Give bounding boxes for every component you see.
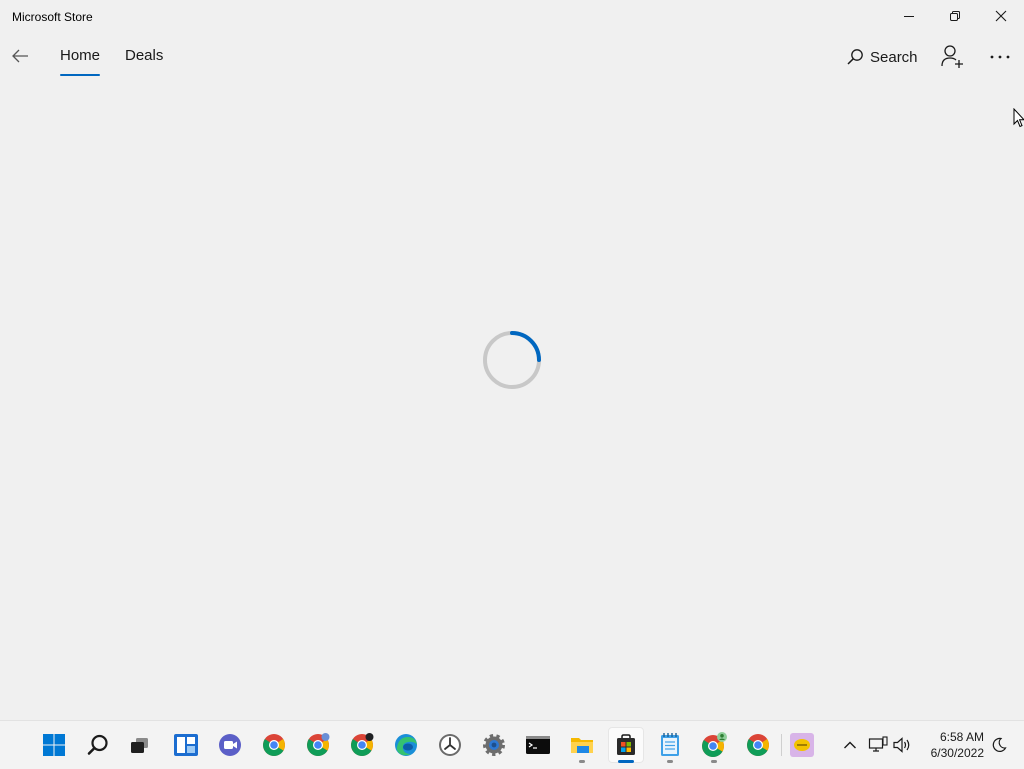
network-icon bbox=[868, 736, 888, 752]
clock-time: 6:58 AM bbox=[939, 730, 984, 744]
volume-icon bbox=[893, 737, 910, 753]
running-indicator bbox=[711, 760, 717, 763]
minimize-button[interactable] bbox=[886, 0, 932, 32]
mouse-cursor-icon bbox=[1013, 108, 1024, 128]
chevron-up-icon bbox=[844, 741, 856, 749]
loading-spinner bbox=[483, 331, 541, 389]
chrome-icon bbox=[263, 734, 285, 756]
back-arrow-icon bbox=[12, 49, 28, 63]
chat-button[interactable] bbox=[212, 727, 248, 763]
widgets-button[interactable] bbox=[168, 727, 204, 763]
minimize-icon bbox=[904, 16, 914, 17]
window-title: Microsoft Store bbox=[12, 10, 93, 24]
chrome-icon bbox=[747, 734, 769, 756]
moon-icon bbox=[992, 737, 1007, 752]
tab-deals[interactable]: Deals bbox=[125, 47, 163, 64]
chat-icon bbox=[219, 734, 241, 756]
back-button[interactable] bbox=[6, 42, 34, 70]
microsoft-store-button[interactable] bbox=[608, 727, 644, 763]
tab-home-label: Home bbox=[60, 47, 101, 64]
running-indicator bbox=[579, 760, 585, 763]
account-button[interactable] bbox=[940, 44, 966, 70]
task-view-icon bbox=[131, 738, 148, 753]
tab-deals-label: Deals bbox=[125, 47, 164, 64]
file-explorer-button[interactable] bbox=[564, 727, 600, 763]
tab-home[interactable]: Home bbox=[60, 47, 101, 76]
running-indicator bbox=[618, 760, 634, 763]
search-icon bbox=[847, 49, 863, 65]
search-icon bbox=[87, 734, 108, 755]
search-button[interactable]: Search bbox=[846, 46, 918, 68]
taskbar: 6:58 AM 6/30/2022 bbox=[0, 720, 1024, 769]
chrome-profile-button[interactable] bbox=[696, 727, 732, 763]
folder-icon bbox=[571, 738, 593, 753]
chrome-icon bbox=[351, 733, 374, 756]
title-bar: Microsoft Store bbox=[0, 0, 1024, 34]
volume-button[interactable] bbox=[890, 721, 914, 769]
close-button[interactable] bbox=[978, 0, 1024, 32]
chrome-icon bbox=[307, 733, 330, 756]
task-view-button[interactable] bbox=[122, 727, 158, 763]
network-button[interactable] bbox=[866, 721, 890, 769]
settings-button[interactable] bbox=[476, 727, 512, 763]
store-bag-icon bbox=[617, 734, 635, 755]
chrome-icon bbox=[702, 732, 727, 757]
widgets-icon bbox=[174, 734, 198, 756]
more-options-button[interactable] bbox=[986, 44, 1014, 70]
focus-assist-button[interactable] bbox=[988, 721, 1010, 769]
clock[interactable]: 6:58 AM 6/30/2022 bbox=[920, 729, 984, 761]
chrome-button[interactable] bbox=[740, 727, 776, 763]
app-icon bbox=[790, 733, 814, 757]
chrome-profile-button[interactable] bbox=[300, 727, 336, 763]
store-navbar: Home Deals Search bbox=[0, 34, 1024, 80]
edge-button[interactable] bbox=[388, 727, 424, 763]
notepad-button[interactable] bbox=[652, 727, 688, 763]
chrome-profile-button[interactable] bbox=[344, 727, 380, 763]
close-icon bbox=[995, 10, 1007, 22]
start-button[interactable] bbox=[36, 727, 72, 763]
gear-icon bbox=[483, 734, 505, 756]
show-hidden-icons-button[interactable] bbox=[838, 721, 862, 769]
app-button[interactable] bbox=[784, 727, 820, 763]
taskbar-search-button[interactable] bbox=[80, 727, 116, 763]
clock-date: 6/30/2022 bbox=[930, 746, 984, 760]
clock-app-button[interactable] bbox=[432, 727, 468, 763]
edge-icon bbox=[395, 734, 417, 756]
chrome-button[interactable] bbox=[256, 727, 292, 763]
clock-icon bbox=[439, 734, 461, 756]
restore-icon bbox=[950, 11, 960, 21]
notepad-icon bbox=[661, 733, 679, 756]
search-label: Search bbox=[870, 48, 918, 66]
taskbar-separator bbox=[781, 734, 782, 756]
terminal-button[interactable] bbox=[520, 727, 556, 763]
running-indicator bbox=[667, 760, 673, 763]
windows-logo-icon bbox=[43, 734, 65, 756]
restore-button[interactable] bbox=[932, 0, 978, 32]
terminal-icon bbox=[526, 736, 550, 754]
more-icon bbox=[990, 55, 1010, 59]
add-user-icon bbox=[941, 45, 963, 68]
